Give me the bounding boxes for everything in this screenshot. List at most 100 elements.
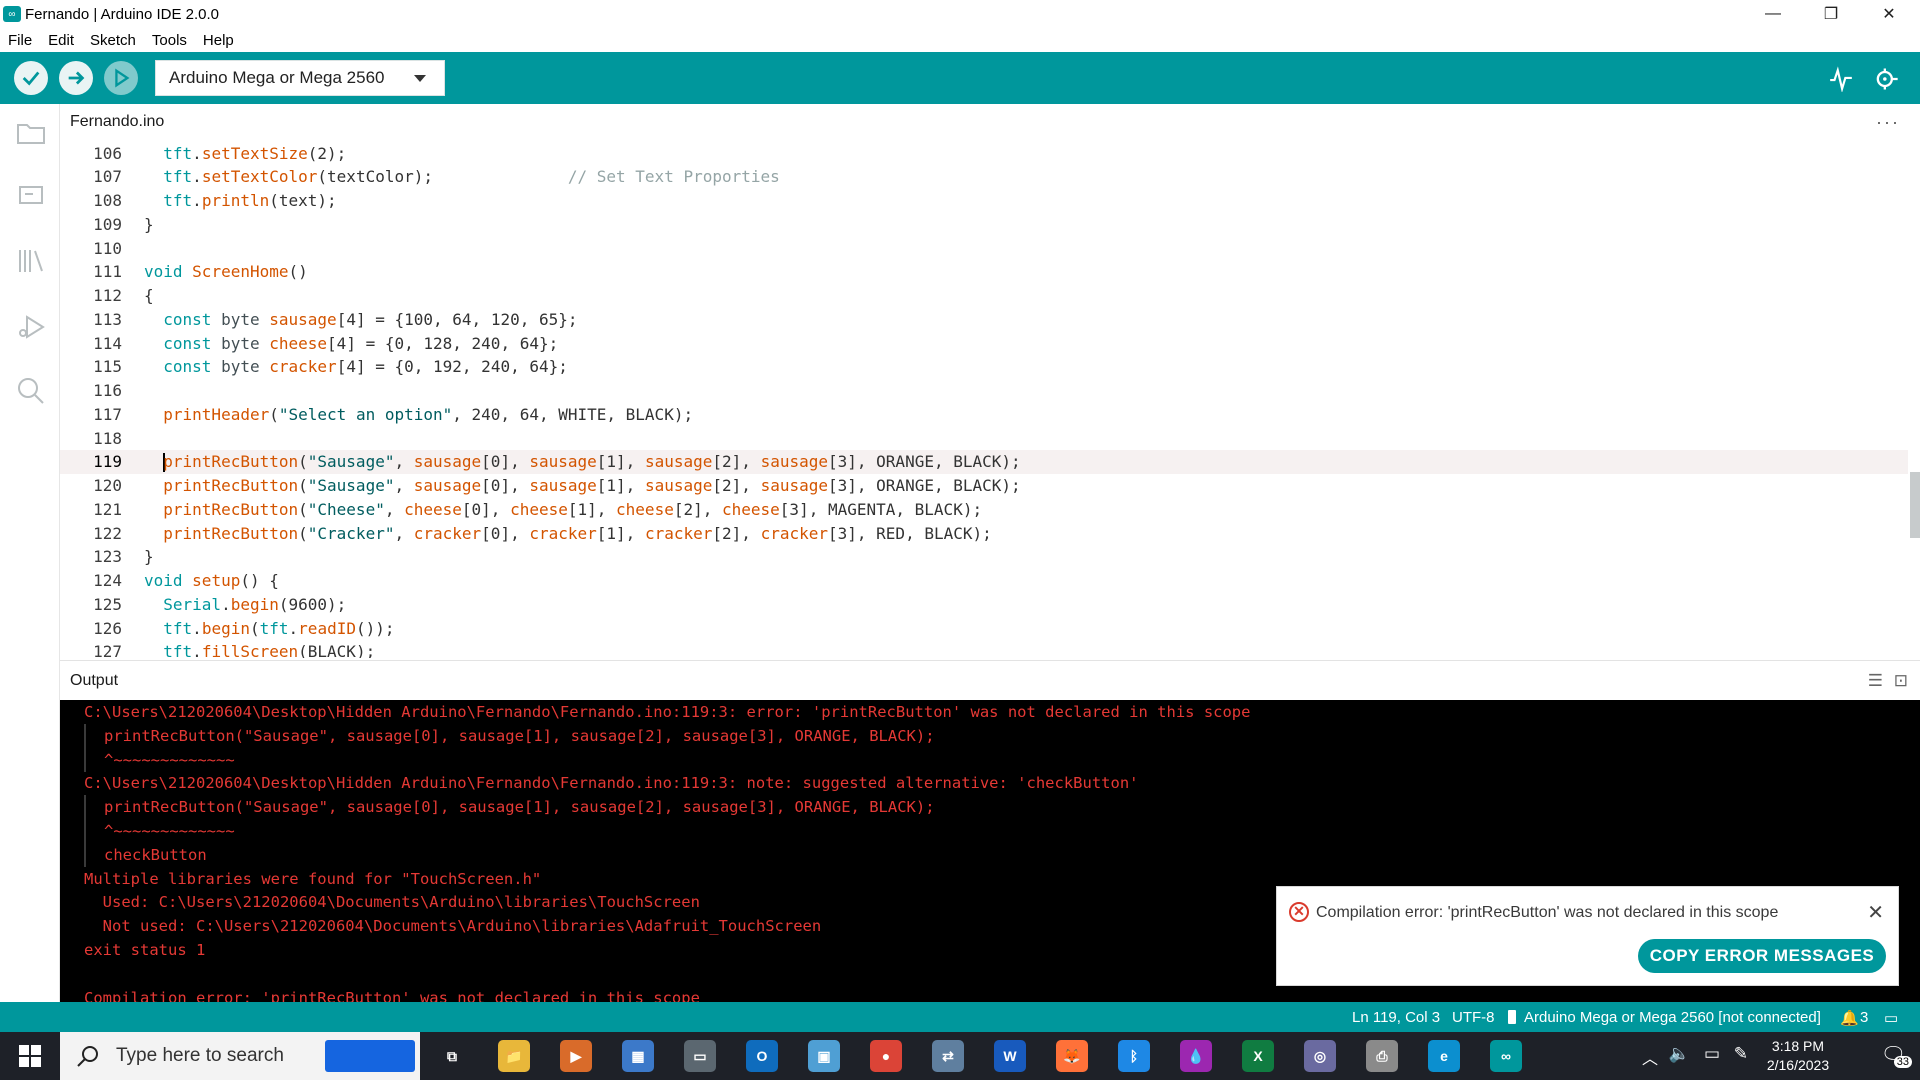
paint-drop-icon[interactable]: 💧 (1180, 1040, 1212, 1072)
code-line[interactable]: 124 void setup() { (60, 569, 1908, 593)
output-text: ^~~~~~~~~~~~~~ (104, 750, 235, 769)
line-number: 123 (93, 547, 122, 567)
battery-icon[interactable]: ▭ (1704, 1044, 1720, 1064)
volume-icon[interactable]: 🔈 (1669, 1044, 1690, 1064)
search-icon[interactable] (14, 374, 48, 408)
upload-button[interactable] (59, 61, 93, 95)
code-line[interactable]: 109} (60, 212, 1908, 236)
code-line[interactable]: 121 printRecButton("Cheese", cheese[0], … (60, 497, 1908, 521)
windows-taskbar: Type here to search ⧉ 📁 ▶ ▦ ▭ O ▣ ● ⇄ W 🦊 ᛒ 💧 X ◎ ⎙ e ∞ ︿… (0, 1032, 1920, 1080)
more-options-icon[interactable]: ··· (1876, 112, 1900, 133)
screen-app-icon[interactable]: ▣ (808, 1040, 840, 1072)
minimize-button[interactable]: — (1750, 0, 1796, 28)
code-line[interactable]: 107 tft.setTextColor(textColor); // Set … (60, 165, 1908, 189)
menu-help[interactable]: Help (195, 32, 242, 49)
output-line: Not used: C:\Users\212020604\Documents\A… (84, 914, 822, 938)
pen-icon[interactable]: ✎ (1734, 1044, 1748, 1064)
code-line[interactable]: 106 tft.setTextSize(2); (60, 141, 1908, 165)
tab-fernando-ino[interactable]: Fernando.ino (60, 104, 175, 142)
close-button[interactable]: ✕ (1866, 0, 1912, 28)
boards-manager-icon[interactable] (14, 178, 48, 212)
word-icon[interactable]: W (994, 1040, 1026, 1072)
error-circle-icon: ✕ (1289, 902, 1309, 922)
menu-tools[interactable]: Tools (144, 32, 195, 49)
disc-app-icon[interactable]: ◎ (1304, 1040, 1336, 1072)
edge-icon[interactable]: e (1428, 1040, 1460, 1072)
indent-guide (84, 723, 86, 748)
firefox-icon[interactable]: 🦊 (1056, 1040, 1088, 1072)
board-selector[interactable]: Arduino Mega or Mega 2560 (155, 60, 445, 96)
panel-toggle-icon[interactable]: ▭ (1884, 1009, 1898, 1027)
clock[interactable]: 3:18 PM 2/16/2023 (1758, 1037, 1838, 1075)
code-editor[interactable]: 106 tft.setTextSize(2); 107 tft.setTextCo… (60, 138, 1920, 658)
check-icon (22, 71, 40, 86)
bluetooth-icon[interactable]: ᛒ (1118, 1040, 1150, 1072)
file-explorer-icon[interactable]: 📁 (498, 1040, 530, 1072)
network-app-icon[interactable]: ⇄ (932, 1040, 964, 1072)
serial-monitor-icon[interactable] (1872, 65, 1900, 93)
printer-app-icon[interactable]: ⎙ (1366, 1040, 1398, 1072)
menu-sketch[interactable]: Sketch (82, 32, 144, 49)
code-line[interactable]: 112 { (60, 284, 1908, 308)
task-view-icon[interactable]: ⧉ (436, 1040, 468, 1072)
output-text: printRecButton("Sausage", sausage[0], sa… (104, 798, 935, 817)
start-button[interactable] (0, 1032, 60, 1080)
bell-icon[interactable]: 🔔 (1840, 1009, 1859, 1027)
board-status[interactable]: Arduino Mega or Mega 2560 [not connected… (1524, 1009, 1821, 1026)
menu-edit[interactable]: Edit (40, 32, 82, 49)
code-line[interactable]: 122 printRecButton("Cracker", cracker[0]… (60, 521, 1908, 545)
outlook-icon[interactable]: O (746, 1040, 778, 1072)
output-line: printRecButton("Sausage", sausage[0], sa… (84, 723, 935, 748)
close-notification-icon[interactable]: ✕ (1867, 900, 1884, 925)
line-code: } (144, 547, 154, 567)
code-line[interactable]: 116 (60, 379, 1908, 403)
window-title: Fernando | Arduino IDE 2.0.0 (25, 5, 220, 23)
chrome-icon[interactable]: ● (870, 1040, 902, 1072)
copy-error-messages-button[interactable]: COPY ERROR MESSAGES (1638, 939, 1886, 973)
code-line[interactable]: 119 printRecButton("Sausage", sausage[0]… (60, 449, 1908, 474)
chevron-up-icon[interactable]: ︿ (1642, 1045, 1658, 1069)
verify-button[interactable] (14, 61, 48, 95)
code-line[interactable]: 110 (60, 236, 1908, 260)
calculator-icon[interactable]: ▦ (622, 1040, 654, 1072)
line-number: 119 (93, 452, 122, 472)
sketchbook-folder-icon[interactable] (14, 116, 48, 150)
excel-icon[interactable]: X (1242, 1040, 1274, 1072)
code-line[interactable]: 118 (60, 426, 1908, 450)
restore-button[interactable]: ❐ (1808, 0, 1854, 28)
debug-panel-icon[interactable] (14, 310, 48, 344)
code-line[interactable]: 108 tft.println(text); (60, 189, 1908, 213)
serial-plotter-icon[interactable] (1828, 66, 1854, 92)
line-code: tft.setTextColor(textColor); // Set Text… (163, 167, 780, 187)
code-line[interactable]: 125 Serial.begin(9600); (60, 592, 1908, 616)
code-line[interactable]: 120 printRecButton("Sausage", sausage[0]… (60, 474, 1908, 498)
code-line[interactable]: 127 tft.fillScreen(BLACK); (60, 640, 1908, 658)
lock-scroll-icon[interactable]: ⊡ (1894, 671, 1908, 690)
cursor-position[interactable]: Ln 119, Col 3 (1352, 1009, 1440, 1026)
arduino-icon[interactable]: ∞ (1490, 1040, 1522, 1072)
debug-button[interactable] (104, 61, 138, 95)
remote-desktop-icon[interactable]: ▭ (684, 1040, 716, 1072)
menu-file[interactable]: File (0, 32, 40, 49)
line-code: printHeader("Select an option", 240, 64,… (163, 404, 694, 424)
code-line[interactable]: 114 const byte cheese[4] = {0, 128, 240,… (60, 331, 1908, 355)
output-actions[interactable]: ☰ ⊡ (1868, 671, 1908, 691)
editor-scrollbar[interactable] (1910, 472, 1920, 538)
taskbar-search-box[interactable]: Type here to search (60, 1032, 420, 1080)
line-number: 107 (93, 167, 122, 187)
media-player-icon[interactable]: ▶ (560, 1040, 592, 1072)
file-encoding[interactable]: UTF-8 (1452, 1009, 1495, 1026)
code-line[interactable]: 113 const byte sausage[4] = {100, 64, 12… (60, 307, 1908, 331)
debug-icon (115, 68, 130, 88)
code-line[interactable]: 115 const byte cracker[4] = {0, 192, 240… (60, 355, 1908, 379)
code-line[interactable]: 117 printHeader("Select an option", 240,… (60, 402, 1908, 426)
line-code: const byte cracker[4] = {0, 192, 240, 64… (163, 357, 568, 377)
clear-output-icon[interactable]: ☰ (1868, 671, 1883, 690)
code-line[interactable]: 123} (60, 545, 1908, 569)
code-line[interactable]: 126 tft.begin(tft.readID()); (60, 616, 1908, 640)
line-code: tft.begin(tft.readID()); (163, 618, 395, 638)
library-manager-icon[interactable] (14, 244, 48, 278)
code-line[interactable]: 111 void ScreenHome() (60, 260, 1908, 284)
line-number: 112 (93, 286, 122, 305)
status-bar: Ln 119, Col 3 UTF-8 Arduino Mega or Mega… (0, 1002, 1920, 1032)
